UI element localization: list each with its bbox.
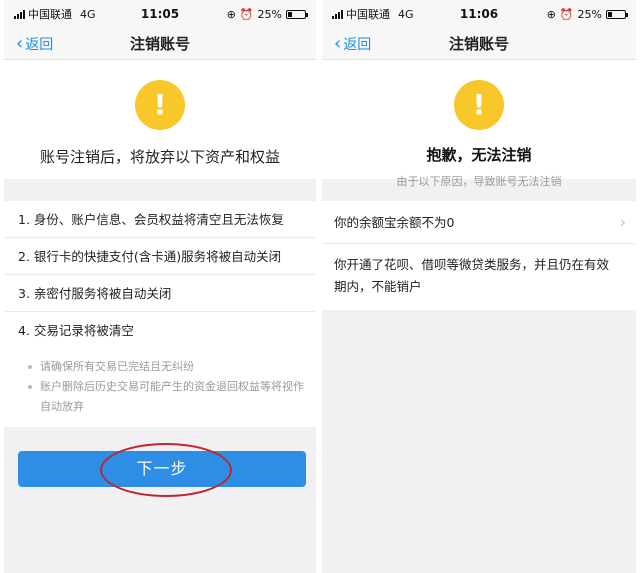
carrier-name: 中国联通 [28, 8, 72, 21]
list-item: 4. 交易记录将被清空 [18, 323, 134, 338]
chevron-left-icon: ‹ [334, 32, 342, 54]
warning-headline: 账号注销后，将放弃以下资产和权益 [39, 148, 280, 166]
orientation-lock-icon: ⊕ [226, 7, 236, 21]
warning-icon: ! [454, 80, 504, 130]
reason-item-balance[interactable]: 你的余额宝余额不为0 › [322, 201, 636, 244]
warning-hero: ! 抱歉，无法注销 由于以下原因，导致账号无法注销 [322, 60, 636, 188]
signal-icon [332, 9, 343, 19]
screen-right: 中国联通 4G 11:06 ⊕ ⏰ 25% ‹ 返回 注销账号 ! 抱歉，无法注… [322, 0, 636, 573]
chevron-right-icon: › [619, 212, 626, 232]
list-item: 2. 银行卡的快捷支付(含卡通)服务将被自动关闭 [4, 238, 316, 275]
note-item: 请确保所有交易已完结且无纠纷 [26, 357, 304, 377]
battery-icon [286, 9, 308, 19]
next-button-area: 下一步 [4, 427, 316, 497]
nav-bar: ‹ 返回 注销账号 [322, 28, 636, 60]
back-button[interactable]: ‹ 返回 [4, 34, 53, 54]
battery-percent: 25% [257, 7, 282, 21]
reason-item-credit: 你开通了花呗、借呗等微贷类服务，并且仍在有效期内，不能销户 [334, 257, 610, 294]
status-bar: 中国联通 4G 11:06 ⊕ ⏰ 25% [322, 0, 636, 28]
back-label: 返回 [343, 36, 372, 53]
network-type: 4G [80, 7, 96, 21]
section-gap [4, 179, 316, 201]
consequence-list: 1. 身份、账户信息、会员权益将清空且无法恢复 2. 银行卡的快捷支付(含卡通)… [4, 201, 316, 349]
carrier-name: 中国联通 [346, 8, 390, 21]
nav-bar: ‹ 返回 注销账号 [4, 28, 316, 60]
reason-list: 你的余额宝余额不为0 › 你开通了花呗、借呗等微贷类服务，并且仍在有效期内，不能… [322, 201, 636, 310]
back-label: 返回 [25, 36, 54, 53]
next-step-button[interactable]: 下一步 [18, 451, 306, 487]
note-item: 账户删除后历史交易可能产生的资金退回权益等将视作自动放弃 [26, 377, 304, 417]
signal-icon [14, 9, 25, 19]
list-item: 3. 亲密付服务将被自动关闭 [4, 275, 316, 312]
battery-icon [606, 9, 628, 19]
screen-left: 中国联通 4G 11:05 ⊕ ⏰ 25% ‹ 返回 注销账号 ! 账号注销后，… [4, 0, 316, 573]
alarm-icon: ⏰ [559, 7, 574, 21]
reason-text: 你的余额宝余额不为0 [334, 215, 455, 230]
error-headline: 抱歉，无法注销 [426, 146, 532, 164]
warning-icon: ! [135, 80, 185, 130]
alarm-icon: ⏰ [239, 7, 254, 21]
warning-hero: ! 账号注销后，将放弃以下资产和权益 [4, 60, 316, 179]
status-bar: 中国联通 4G 11:05 ⊕ ⏰ 25% [4, 0, 316, 28]
chevron-left-icon: ‹ [16, 32, 24, 54]
notes-section: 请确保所有交易已完结且无纠纷 账户删除后历史交易可能产生的资金退回权益等将视作自… [4, 349, 316, 427]
battery-percent: 25% [577, 7, 602, 21]
back-button[interactable]: ‹ 返回 [322, 34, 371, 54]
network-type: 4G [398, 7, 414, 21]
list-item: 1. 身份、账户信息、会员权益将清空且无法恢复 [4, 201, 316, 238]
orientation-lock-icon: ⊕ [546, 7, 556, 21]
